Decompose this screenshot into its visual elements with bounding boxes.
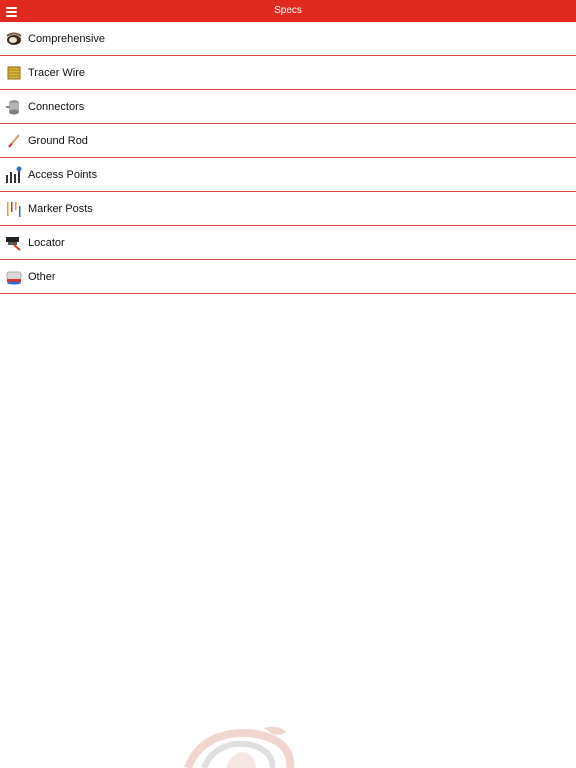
list-item-label: Comprehensive: [28, 32, 106, 45]
locator-icon: [6, 236, 21, 251]
snake-logo-icon: [184, 726, 295, 768]
page-title: Specs: [274, 5, 302, 16]
ground-rod-icon: [8, 133, 20, 148]
list-item-marker-posts[interactable]: Marker Posts: [0, 192, 576, 226]
list-item-locator[interactable]: Locator: [0, 226, 576, 260]
list-item-label: Tracer Wire: [28, 66, 86, 79]
comprehensive-icon: [6, 32, 22, 45]
list-item-ground-rod[interactable]: Ground Rod: [0, 124, 576, 158]
list-item-other[interactable]: Other: [0, 260, 576, 294]
list-item-connectors[interactable]: Connectors: [0, 90, 576, 124]
list-item-label: Connectors: [28, 100, 85, 113]
list-item-label: Other: [28, 270, 56, 283]
marker-posts-icon: [7, 201, 21, 217]
specs-screen: Specs Comprehensive Tracer Wire Connecto…: [0, 0, 576, 768]
specs-list: Comprehensive Tracer Wire Connectors Gro…: [0, 22, 576, 294]
list-item-access-points[interactable]: Access Points: [0, 158, 576, 192]
list-item-label: Access Points: [28, 168, 98, 181]
tracer-wire-icon: [7, 66, 21, 79]
connectors-icon: [6, 99, 19, 114]
list-item-label: Locator: [28, 236, 65, 249]
access-points-icon: [6, 166, 22, 183]
list-item-label: Ground Rod: [28, 134, 88, 147]
list-item-tracer-wire[interactable]: Tracer Wire: [0, 56, 576, 90]
other-icon: [6, 271, 22, 284]
list-item-comprehensive[interactable]: Comprehensive: [0, 22, 576, 56]
list-item-label: Marker Posts: [28, 202, 93, 215]
navigation-bar: Specs: [0, 0, 576, 22]
